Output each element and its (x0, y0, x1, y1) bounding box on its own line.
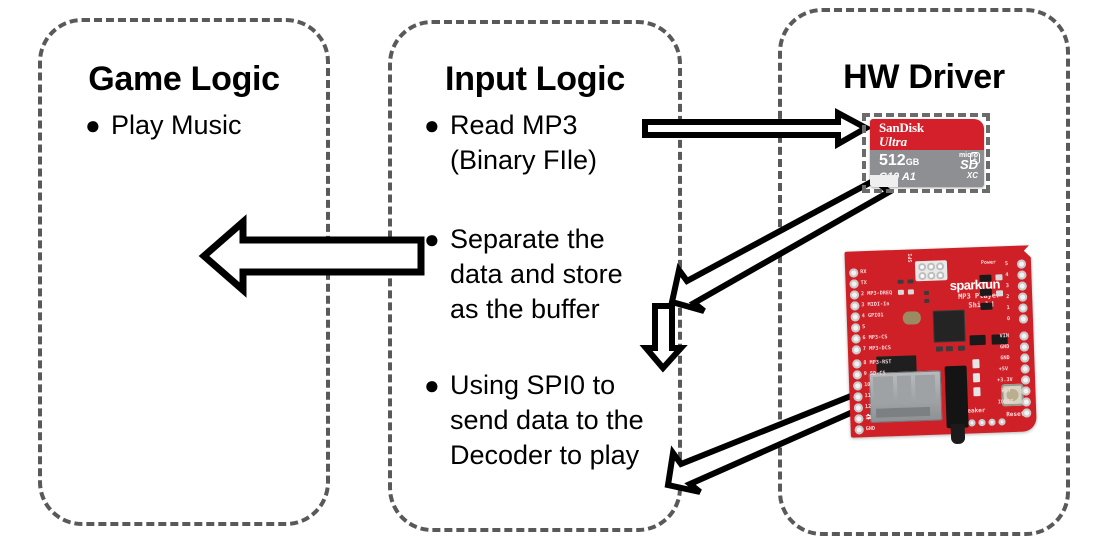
pin-label-right-8: GND (1000, 355, 1010, 362)
crystal-oscillator (902, 311, 922, 325)
group-title-input-logic: Input Logic (445, 60, 625, 98)
pin-label-right-10: +3.3V (996, 376, 1013, 384)
bullet-marker-icon: ● (424, 110, 440, 140)
pin-label-left-13: 13 (865, 414, 872, 422)
diagram-canvas: Game Logic Input Logic HW Driver ● Play … (0, 0, 1107, 543)
pin-label-left-0: RX (860, 269, 867, 276)
group-title-hw-driver: HW Driver (843, 58, 1005, 96)
bullet-using-spi0: ● Using SPI0 to send data to the Decoder… (424, 368, 692, 473)
pin-label-left-14: GND (865, 425, 876, 433)
pin-label-left-4: 4 GPIO1 (861, 312, 884, 320)
power-header-label: Power (980, 259, 997, 267)
pcb-body: sparkfun MP3 Player Shield Power SPI Res… (844, 245, 1037, 445)
microsd-notch (870, 175, 898, 187)
pin-label-left-6: 6 MP3-CS (862, 334, 888, 342)
sparkfun-mp3-player-shield[interactable]: sparkfun MP3 Player Shield Power SPI Res… (844, 244, 1063, 456)
bullet-read-mp3: ● Read MP3 (Binary FIle) (424, 108, 674, 178)
pin-label-right-0: 5 (1004, 261, 1009, 268)
pin-label-right-7: GND (999, 344, 1010, 351)
bullet-marker-icon: ● (424, 224, 440, 254)
spi-header-label: SPI (907, 253, 914, 263)
app-class-label: A1 (901, 171, 916, 183)
uhs-speed-class-badge: 1 (969, 152, 980, 164)
pin-label-left-2: 2 MP3-DREQ (860, 290, 893, 298)
audio-jack[interactable] (944, 365, 969, 445)
pin-label-right-9: +5V (998, 366, 1009, 373)
vs1053-decoder-chip (932, 309, 966, 343)
bullet-marker-icon: ● (424, 370, 440, 400)
bullet-text: Play Music (111, 110, 242, 140)
pin-label-left-5: 5 (862, 324, 866, 331)
pin-label-left-1: TX (860, 280, 867, 287)
bullet-text: Using SPI0 to send data to the Decoder t… (450, 370, 644, 470)
pin-label-right-12: IOREF (997, 398, 1014, 406)
xc-text: XC (966, 171, 978, 180)
spi-header[interactable] (914, 260, 948, 282)
bullet-separate-data: ● Separate the data and store as the buf… (424, 222, 686, 327)
pin-label-right-6: VIN (999, 333, 1010, 340)
pin-label-right-5: 0 (1006, 316, 1011, 323)
capacity-value: 512 (879, 152, 906, 169)
pin-label-left-3: 3 MIDI-In (861, 301, 890, 309)
pin-label-left-8: 8 MP3-RST (863, 359, 892, 367)
group-title-game-logic: Game Logic (88, 60, 280, 98)
sandisk-brand-label: SanDisk (879, 120, 924, 135)
bullet-marker-icon: ● (85, 110, 101, 140)
pin-label-left-11: 11 (864, 392, 871, 400)
microsd-capacity-label: 512GB (879, 152, 919, 171)
pin-label-left-9: 9 SD-CS (863, 370, 886, 378)
pin-label-left-12: 12 (864, 403, 872, 411)
bullet-text: Separate the data and store as the buffe… (450, 224, 623, 324)
pin-label-right-1: 4 (1005, 272, 1009, 279)
bullet-play-music: ● Play Music (85, 108, 335, 143)
microsd-card-body: SanDisk Ultra 512GB C10 A1 micro SD XC 1 (870, 119, 984, 187)
pin-label-right-2: 3 (1005, 283, 1010, 290)
pin-label-right-11: RST (1001, 388, 1011, 395)
pin-label-right-3: 2 (1006, 294, 1010, 301)
microsd-card[interactable]: SanDisk Ultra 512GB C10 A1 micro SD XC 1 (862, 113, 990, 193)
pin-label-right-4: 1 (1006, 305, 1010, 312)
pin-label-left-7: 7 MP3-DCS (862, 345, 892, 353)
pin-label-left-10: 10 (864, 381, 871, 389)
microsd-socket[interactable] (868, 370, 943, 423)
bullet-text: Read MP3 (Binary FIle) (450, 110, 598, 175)
capacity-unit: GB (905, 157, 920, 167)
sandisk-ultra-label: Ultra (879, 134, 908, 149)
